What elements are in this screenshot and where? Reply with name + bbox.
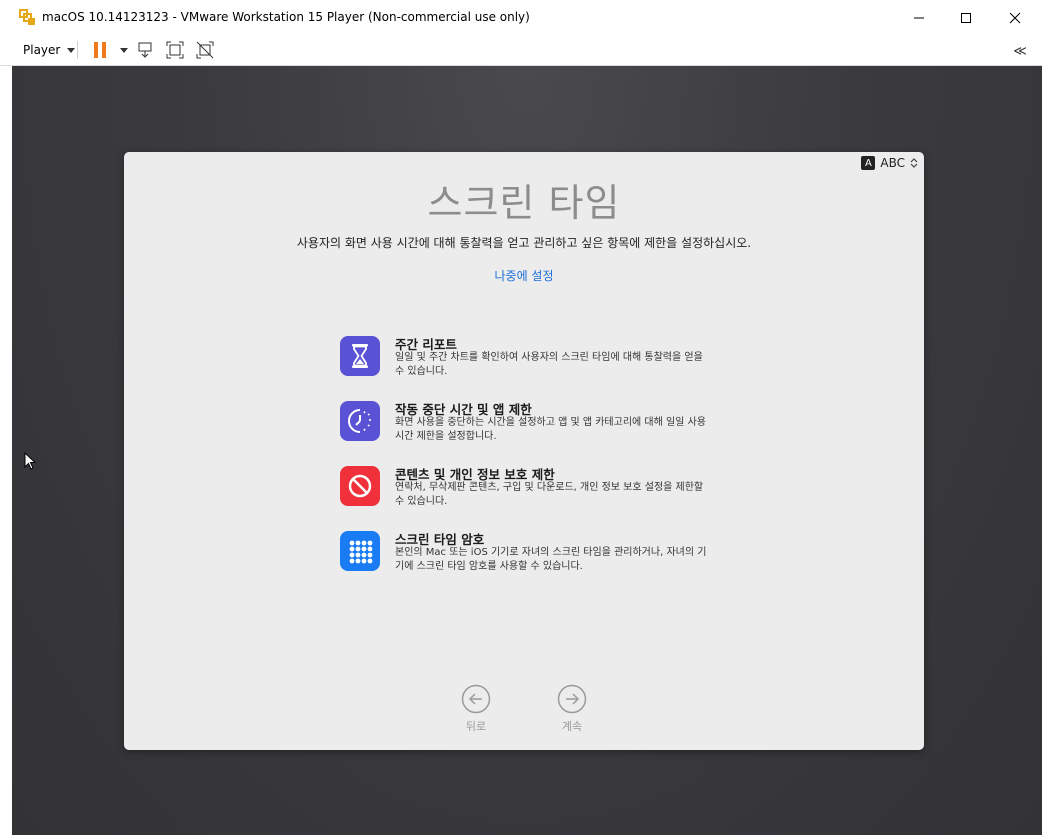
mouse-cursor-icon [24, 451, 37, 474]
window-title: macOS 10.14123123 - VMware Workstation 1… [42, 10, 530, 24]
restriction-icon [340, 466, 380, 506]
updown-chevron-icon [910, 157, 918, 169]
keypad-icon [340, 531, 380, 571]
maximize-button[interactable] [943, 0, 989, 35]
hourglass-icon [340, 336, 380, 376]
minimize-button[interactable] [896, 0, 942, 35]
arrow-left-circle-icon [461, 684, 491, 714]
close-button[interactable] [992, 0, 1038, 35]
collapse-toolbar-button[interactable]: ≪ [1010, 42, 1030, 60]
pause-button[interactable] [90, 41, 110, 59]
page-description: 사용자의 화면 사용 시간에 대해 통찰력을 얻고 관리하고 싶은 항목에 제한… [296, 236, 752, 250]
feature-description: 화면 사용을 중단하는 시간을 설정하고 앱 및 앱 카테고리에 대해 일일 사… [395, 417, 706, 442]
feature-passcode: 스크린 타임 암호 본인의 Mac 또는 iOS 기기로 자녀의 스크린 타임을… [340, 529, 720, 594]
downtime-icon [340, 401, 380, 441]
continue-label: 계속 [561, 720, 583, 733]
feature-list: 주간 리포트 일일 및 주간 차트를 확인하여 사용자의 스크린 타임에 대해 … [340, 334, 720, 594]
vmware-app-icon [19, 9, 37, 27]
screen-time-setup-panel: A ABC 스크린 타임 사용자의 화면 사용 시간에 대해 통찰력을 얻고 관… [124, 152, 924, 750]
vmware-toolbar: Player ≪ [0, 35, 1042, 66]
feature-downtime: 작동 중단 시간 및 앱 제한 화면 사용을 중단하는 시간을 설정하고 앱 및… [340, 399, 720, 464]
feature-description: 연락처, 무삭제판 콘텐츠, 구입 및 다운로드, 개인 정보 보호 설정을 제… [395, 482, 704, 507]
set-up-later-link[interactable]: 나중에 설정 [124, 267, 924, 284]
toolbar-divider [77, 41, 78, 59]
send-ctrl-alt-del-icon[interactable] [135, 41, 155, 59]
input-source-badge: A [861, 156, 876, 170]
continue-button[interactable]: 계속 [552, 684, 592, 734]
unity-mode-icon[interactable] [195, 41, 215, 59]
arrow-right-circle-icon [557, 684, 587, 714]
back-label: 뒤로 [465, 720, 487, 733]
feature-description: 본인의 Mac 또는 iOS 기기로 자녀의 스크린 타임을 관리하거나, 자녀… [395, 547, 707, 572]
player-menu-label: Player [23, 43, 61, 57]
window-titlebar: macOS 10.14123123 - VMware Workstation 1… [0, 0, 1042, 35]
feature-content-privacy: 콘텐츠 및 개인 정보 보호 제한 연락처, 무삭제판 콘텐츠, 구입 및 다운… [340, 464, 720, 529]
player-menu[interactable]: Player [23, 43, 76, 57]
chevron-down-icon [119, 47, 128, 53]
page-title: 스크린 타임 [427, 181, 621, 225]
feature-description: 일일 및 주간 차트를 확인하여 사용자의 스크린 타임에 대해 통찰력을 얻을… [395, 352, 703, 377]
fit-window-icon[interactable] [165, 41, 185, 59]
back-button[interactable]: 뒤로 [456, 684, 496, 734]
feature-weekly-report: 주간 리포트 일일 및 주간 차트를 확인하여 사용자의 스크린 타임에 대해 … [340, 334, 720, 399]
chevron-down-icon [67, 47, 76, 53]
input-source-label: ABC [880, 156, 905, 170]
power-options-dropdown[interactable] [112, 41, 132, 59]
input-source-menu[interactable]: A ABC [861, 156, 918, 170]
